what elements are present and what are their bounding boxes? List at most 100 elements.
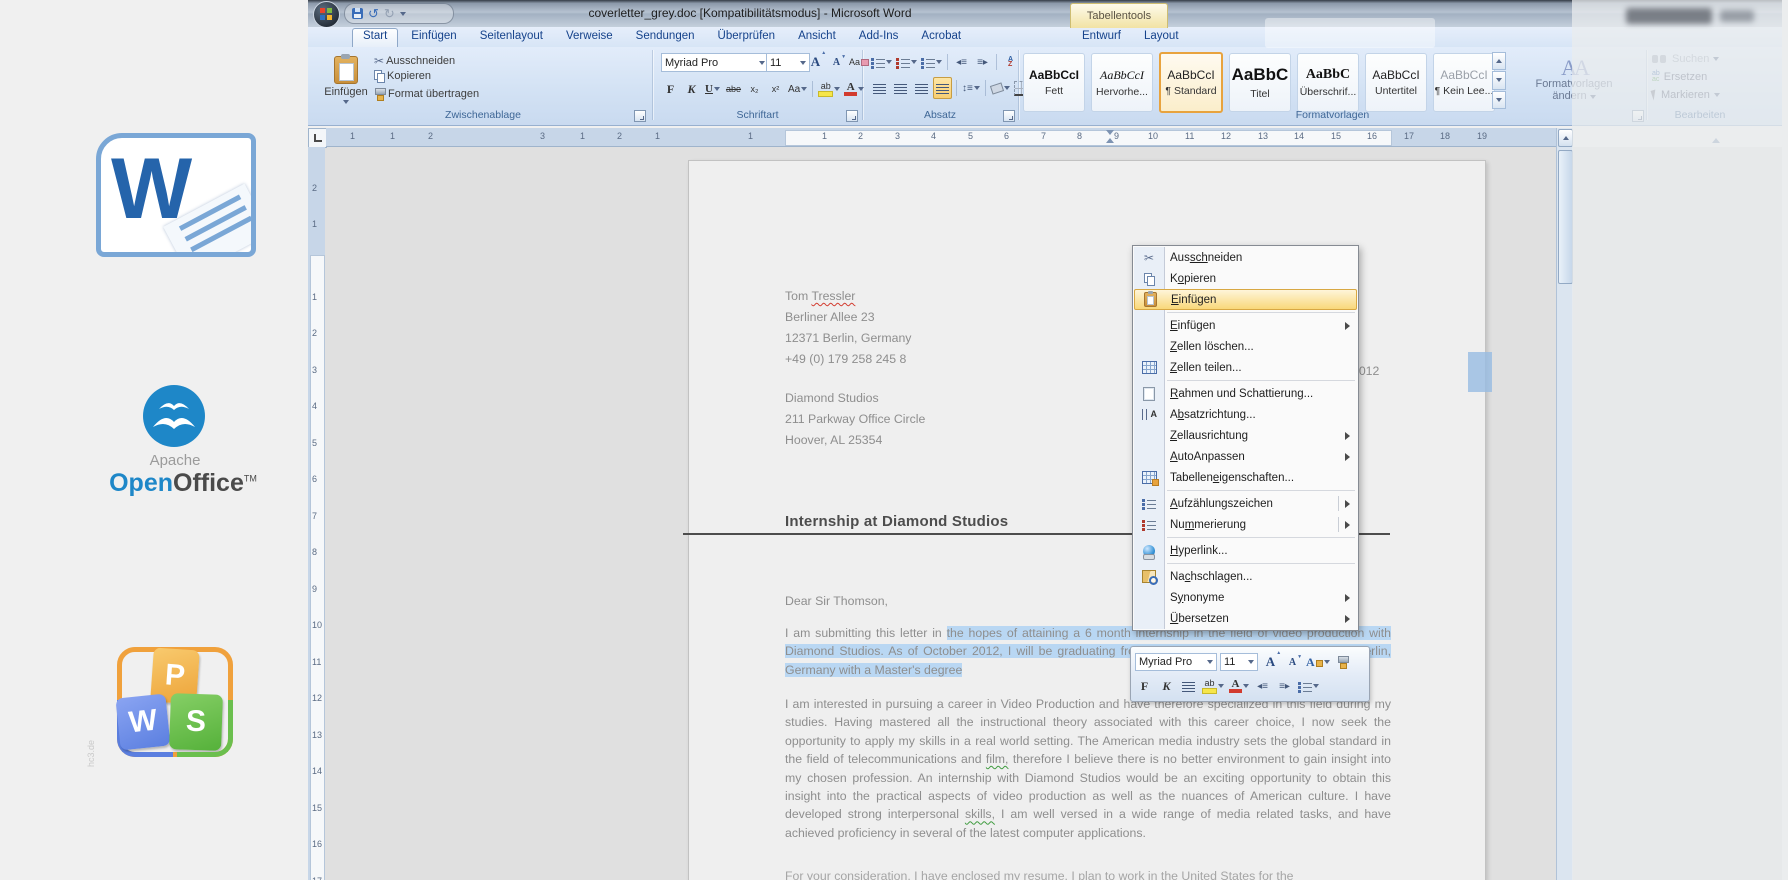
tab-ansicht[interactable]: Ansicht — [788, 28, 846, 47]
subscript-button[interactable]: x₂ — [745, 78, 764, 100]
align-center-button[interactable] — [891, 77, 910, 99]
tab-add-ins[interactable]: Add-Ins — [849, 28, 909, 47]
menu-item-synonyme[interactable]: Synonyme — [1134, 587, 1357, 608]
mini-bullets-button[interactable] — [1297, 675, 1320, 697]
tab-selector[interactable] — [308, 128, 327, 148]
text-highlight-button[interactable]: ab — [817, 78, 841, 100]
styles-gallery-scroll[interactable] — [1492, 52, 1506, 109]
font-name-combo[interactable]: Myriad Pro — [661, 53, 769, 72]
menu-item-zellen-loschen[interactable]: Zellen löschen... — [1134, 336, 1357, 357]
mini-font-color-button[interactable]: A — [1228, 675, 1250, 697]
menu-item-nachschlagen[interactable]: Nachschlagen... — [1134, 566, 1357, 587]
menu-item-kopieren[interactable]: Kopieren — [1134, 268, 1357, 289]
submenu-arrow-icon — [1345, 432, 1350, 440]
tab-layout[interactable]: Layout — [1134, 28, 1189, 47]
vertical-scrollbar[interactable] — [1556, 128, 1573, 880]
menu-item-einfugen[interactable]: Einfügen — [1134, 289, 1357, 310]
scrollbar-thumb[interactable] — [1558, 150, 1573, 284]
menu-item-einfugen[interactable]: Einfügen — [1134, 315, 1357, 336]
ruler-number: 14 — [312, 766, 322, 776]
menu-item-zellausrichtung[interactable]: Zellausrichtung — [1134, 425, 1357, 446]
menu-item-absatzrichtung[interactable]: Absatzrichtung... — [1134, 404, 1357, 425]
vertical-ruler[interactable]: 211234567891011121314151617 — [308, 147, 325, 880]
mini-decrease-indent-button[interactable]: ◂≡ — [1253, 675, 1272, 697]
menu-item-hyperlink[interactable]: Hyperlink... — [1134, 540, 1357, 561]
strikethrough-button[interactable]: abe — [724, 78, 743, 100]
clipboard-dialog-launcher[interactable] — [634, 110, 646, 122]
font-dialog-launcher[interactable] — [846, 110, 858, 122]
tab-acrobat[interactable]: Acrobat — [911, 28, 971, 47]
mini-shrink-font-button[interactable]: A — [1283, 651, 1302, 673]
multilevel-list-button[interactable] — [920, 51, 943, 73]
undo-icon[interactable]: ↺ — [368, 7, 379, 20]
ruler-number: 4 — [931, 131, 936, 141]
font-color-button[interactable]: A — [843, 78, 865, 100]
menu-item-autoanpassen[interactable]: AutoAnpassen — [1134, 446, 1357, 467]
underline-button[interactable]: U — [703, 78, 722, 100]
menu-item-rahmen-und-schattierung[interactable]: Rahmen und Schattierung... — [1134, 383, 1357, 404]
paste-button[interactable]: Einfügen — [322, 50, 370, 109]
style-card-untertitel[interactable]: AaBbCcIUntertitel — [1365, 53, 1427, 112]
justify-button[interactable] — [933, 77, 952, 99]
menu-item-tabelleneigenschaften[interactable]: Tabelleneigenschaften... — [1134, 467, 1357, 488]
shrink-font-button[interactable]: A — [827, 51, 846, 73]
style-card-fett[interactable]: AaBbCcIFett — [1023, 53, 1085, 112]
line-spacing-button[interactable]: ↕≡ — [961, 77, 981, 99]
menu-item-nummerierung[interactable]: Nummerierung — [1134, 514, 1357, 535]
menu-item-aufzahlungszeichen[interactable]: Aufzählungszeichen — [1134, 493, 1357, 514]
tab-start[interactable]: Start — [352, 28, 398, 47]
bold-button[interactable]: F — [661, 78, 680, 100]
mini-bold-button[interactable]: F — [1135, 675, 1154, 697]
grow-font-button[interactable]: A — [806, 51, 825, 73]
hanging-indent-marker[interactable] — [1106, 138, 1114, 143]
tab-seitenlayout[interactable]: Seitenlayout — [470, 28, 553, 47]
clear-formatting-button[interactable]: Aa — [848, 51, 870, 73]
menu-item-ubersetzen[interactable]: Übersetzen — [1134, 608, 1357, 629]
tab-entwurf[interactable]: Entwurf — [1072, 28, 1131, 47]
tab-verweise[interactable]: Verweise — [556, 28, 623, 47]
mini-font-name-combo[interactable]: Myriad Pro — [1135, 653, 1217, 671]
mini-format-painter-button[interactable] — [1334, 651, 1353, 673]
bullets-button[interactable] — [870, 51, 893, 73]
style-card-titel[interactable]: AaBbCTitel — [1229, 53, 1291, 112]
horizontal-ruler[interactable]: 1123121112345678910111213141516171819 — [326, 128, 1556, 147]
style-card-standard[interactable]: AaBbCcI¶ Standard — [1159, 52, 1223, 113]
mini-font-size-combo[interactable]: 11 — [1220, 653, 1258, 671]
sort-button[interactable]: AZ — [1001, 51, 1020, 73]
tab-einfugen[interactable]: Einfügen — [401, 28, 466, 47]
tab-uberprufen[interactable]: Überprüfen — [708, 28, 786, 47]
cut-button[interactable]: Ausschneiden — [374, 52, 455, 70]
shading-button[interactable] — [990, 77, 1011, 99]
copy-button[interactable]: Kopieren — [374, 70, 431, 82]
italic-button[interactable]: K — [682, 78, 701, 100]
format-painter-button[interactable]: Format übertragen — [374, 88, 479, 100]
change-case-button[interactable]: Aa — [787, 78, 808, 100]
mini-grow-font-button[interactable]: A — [1261, 651, 1280, 673]
mini-justify-button[interactable] — [1179, 675, 1198, 697]
align-right-button[interactable] — [912, 77, 931, 99]
office-button[interactable] — [313, 1, 340, 28]
qat-dropdown-icon[interactable] — [400, 12, 406, 16]
scroll-up-button[interactable] — [1558, 129, 1573, 147]
font-size-combo[interactable]: 11 — [766, 53, 810, 72]
style-card-hervorhe[interactable]: AaBbCcIHervorhe... — [1091, 53, 1153, 112]
style-card-uberschrif[interactable]: AaBbCÜberschrif... — [1297, 53, 1359, 112]
mini-highlight-button[interactable]: ab — [1201, 675, 1225, 697]
first-line-indent-marker[interactable] — [1106, 130, 1114, 135]
style-card-kein-lee[interactable]: AaBbCcI¶ Kein Lee... — [1433, 53, 1495, 112]
mini-increase-indent-button[interactable]: ≡▸ — [1275, 675, 1294, 697]
increase-indent-button[interactable]: ≡▸ — [973, 51, 992, 73]
menu-item-zellen-teilen[interactable]: Zellen teilen... — [1134, 357, 1357, 378]
tab-sendungen[interactable]: Sendungen — [626, 28, 705, 47]
mini-italic-button[interactable]: K — [1157, 675, 1176, 697]
paragraph-dialog-launcher[interactable] — [1003, 110, 1015, 122]
decrease-indent-button[interactable]: ◂≡ — [952, 51, 971, 73]
superscript-button[interactable]: x² — [766, 78, 785, 100]
menu-item-ausschneiden[interactable]: Ausschneiden — [1134, 247, 1357, 268]
mini-style-button[interactable]: A — [1305, 651, 1331, 673]
align-left-button[interactable] — [870, 77, 889, 99]
menu-separator — [1167, 490, 1355, 491]
save-icon[interactable] — [352, 8, 363, 19]
numbering-button[interactable] — [895, 51, 918, 73]
redo-icon[interactable]: ↻ — [384, 7, 395, 20]
